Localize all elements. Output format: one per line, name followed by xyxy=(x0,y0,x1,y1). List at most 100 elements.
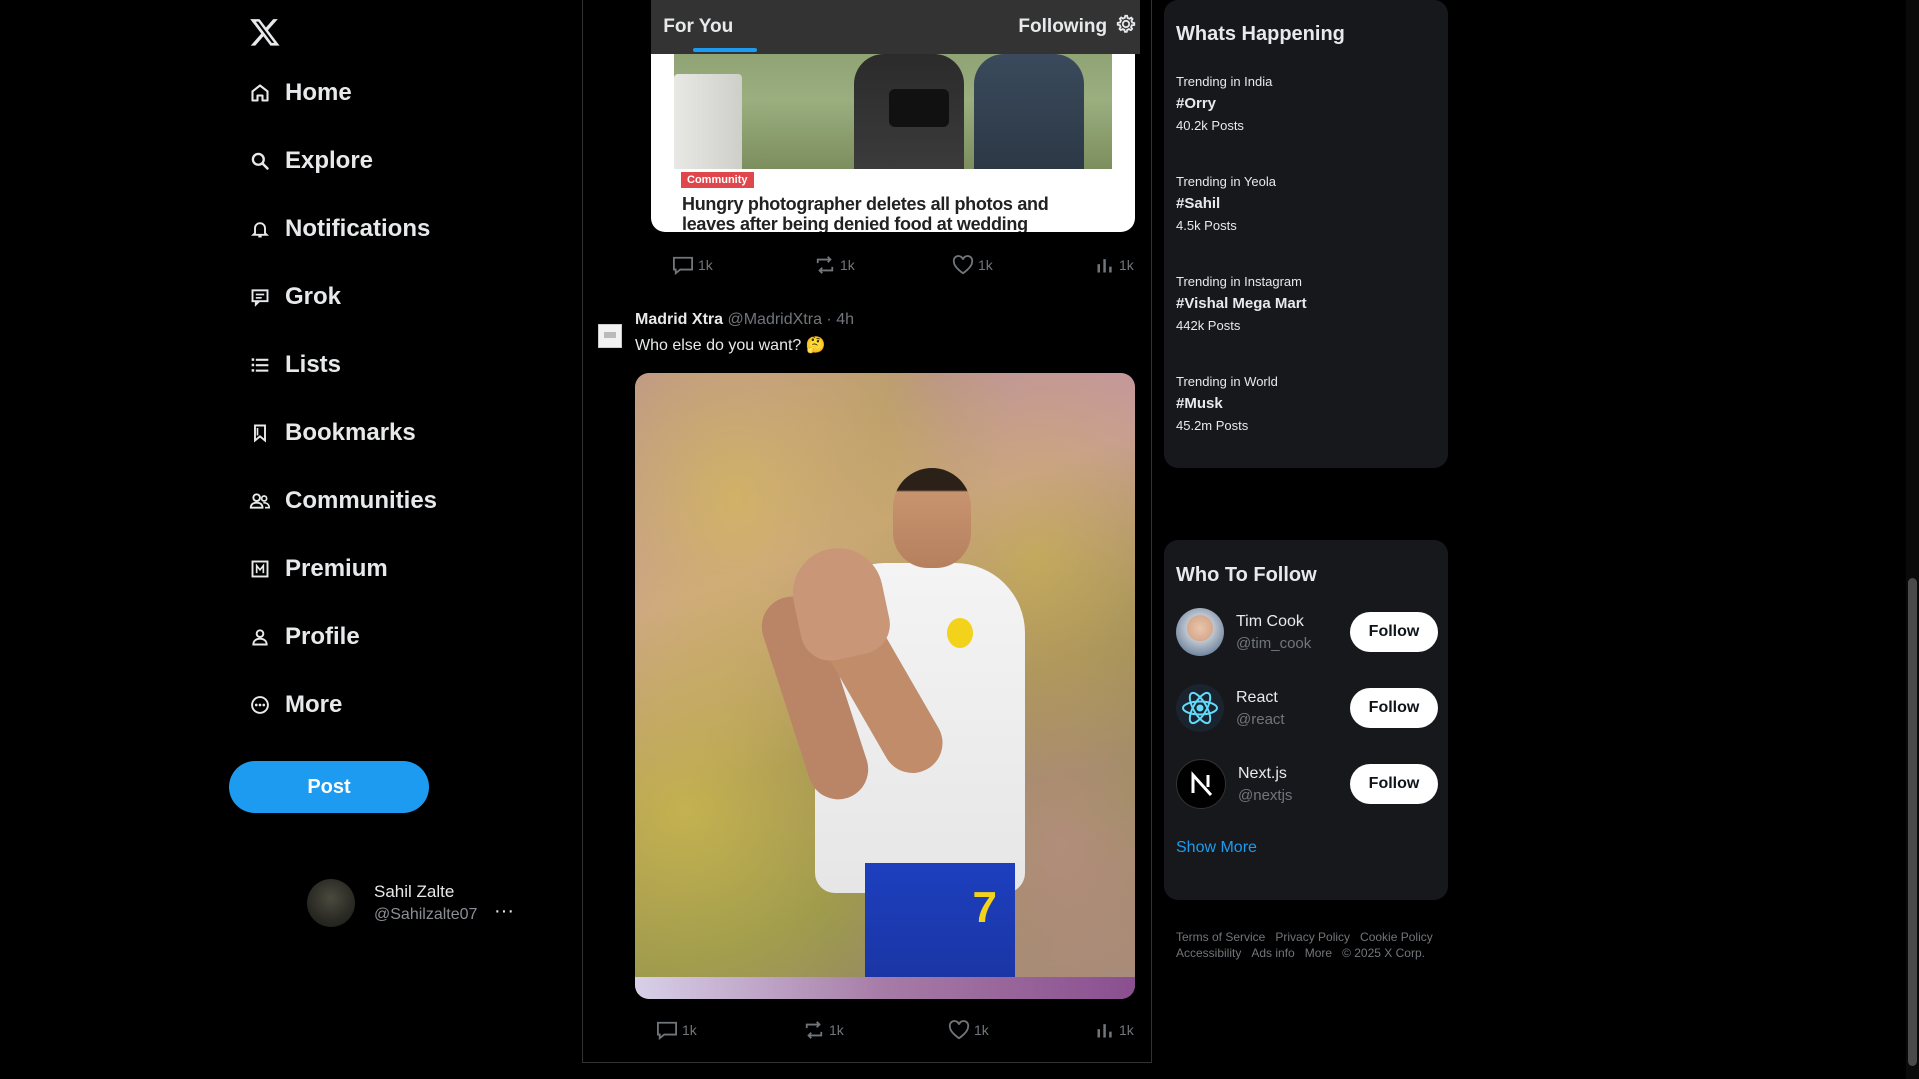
tab-for-you[interactable]: For You xyxy=(651,0,896,54)
trend-location: Trending in India xyxy=(1176,74,1273,89)
footer-link[interactable]: Privacy Policy xyxy=(1275,930,1350,944)
like-count: 1k xyxy=(978,257,993,273)
tweet-text: Who else do you want? 🤔 xyxy=(635,337,826,354)
repost-icon xyxy=(816,256,834,274)
views-icon xyxy=(1097,259,1112,273)
follow-button[interactable]: Follow xyxy=(1350,764,1438,804)
suggested-user-name: Tim Cook xyxy=(1236,612,1304,630)
avatar xyxy=(1176,608,1224,656)
trend-item[interactable]: Trending in Yeola #Sahil 4.5k Posts xyxy=(1176,174,1276,233)
suggested-user-handle: @tim_cook xyxy=(1236,634,1312,652)
trend-count: 442k Posts xyxy=(1176,318,1241,333)
suggested-user[interactable]: Tim Cook @tim_cook Follow xyxy=(1176,604,1438,660)
feed-divider-left xyxy=(582,0,583,1063)
follow-button[interactable]: Follow xyxy=(1350,612,1438,652)
tweet-avatar[interactable] xyxy=(598,324,622,348)
tweet-reply-button[interactable]: 1k xyxy=(656,1020,697,1040)
repost-button[interactable]: 1k xyxy=(814,255,855,275)
reply-icon xyxy=(657,1021,677,1040)
who-to-follow-panel: Who To Follow Tim Cook @tim_cook Follow … xyxy=(1164,540,1448,900)
nav-grok-label: Grok xyxy=(285,283,342,310)
account-menu-icon[interactable]: ··· xyxy=(494,900,514,923)
tweet-author[interactable]: Madrid Xtra xyxy=(635,311,723,328)
account-handle: @Sahilzalte07 xyxy=(374,906,478,923)
copyright: © 2025 X Corp. xyxy=(1342,946,1425,960)
reply-icon xyxy=(673,256,693,275)
tweet-like-button[interactable]: 1k xyxy=(948,1020,989,1040)
nav-grok[interactable]: Grok xyxy=(249,277,341,317)
tab-active-indicator xyxy=(693,48,757,52)
account-switcher[interactable]: Sahil Zalte @Sahilzalte07 xyxy=(307,879,477,927)
nav-home[interactable]: Home xyxy=(249,73,352,113)
nav-more[interactable]: More xyxy=(249,685,342,725)
trends-panel: Whats Happening Trending in India #Orry … xyxy=(1164,0,1448,468)
tweet-repost-button[interactable]: 1k xyxy=(803,1020,844,1040)
trend-item[interactable]: Trending in India #Orry 40.2k Posts xyxy=(1176,74,1272,133)
repost-icon xyxy=(805,1021,823,1039)
footer-link[interactable]: More xyxy=(1305,946,1332,960)
trend-location: Trending in Instagram xyxy=(1176,274,1302,289)
views-button[interactable]: 1k xyxy=(1095,255,1134,275)
bookmark-icon xyxy=(249,422,271,444)
more-circle-icon xyxy=(249,694,271,716)
nav-profile[interactable]: Profile xyxy=(249,617,360,657)
tweet-header: Madrid Xtra @MadridXtra · 4h xyxy=(635,311,854,329)
trends-title: Whats Happening xyxy=(1176,23,1345,45)
follow-button[interactable]: Follow xyxy=(1350,688,1438,728)
heart-icon xyxy=(948,1020,970,1040)
tweet-image[interactable]: 7 xyxy=(635,373,1135,999)
tweet-handle[interactable]: @MadridXtra xyxy=(727,311,822,328)
nav-bookmarks-label: Bookmarks xyxy=(285,419,416,446)
tab-following-label: Following xyxy=(1018,16,1108,37)
footer-link[interactable]: Accessibility xyxy=(1176,946,1241,960)
tweet-views-button[interactable]: 1k xyxy=(1095,1020,1134,1040)
views-icon xyxy=(1097,1024,1112,1038)
tweet-time[interactable]: 4h xyxy=(836,311,854,328)
search-icon xyxy=(249,150,271,172)
nav-notifications[interactable]: Notifications xyxy=(249,209,430,249)
x-logo-icon[interactable] xyxy=(249,16,281,48)
post-button[interactable]: Post xyxy=(229,761,429,813)
footer-link[interactable]: Cookie Policy xyxy=(1360,930,1433,944)
nav-notifications-label: Notifications xyxy=(285,215,431,242)
tweet-reply-count: 1k xyxy=(682,1022,697,1038)
trend-item[interactable]: Trending in World #Musk 45.2m Posts xyxy=(1176,374,1278,433)
footer-links: Terms of Service Privacy Policy Cookie Pol… xyxy=(1176,929,1456,961)
nav-communities[interactable]: Communities xyxy=(249,481,437,521)
trend-item[interactable]: Trending in Instagram #Vishal Mega Mart … xyxy=(1176,274,1307,333)
tweet-separator: · xyxy=(826,311,832,328)
show-more-link[interactable]: Show More xyxy=(1176,839,1257,857)
footer-link[interactable]: Terms of Service xyxy=(1176,930,1265,944)
reply-count: 1k xyxy=(698,257,713,273)
nextjs-logo-icon xyxy=(1176,759,1226,809)
feed-tabs: For You Following xyxy=(651,0,1140,54)
nav-bookmarks[interactable]: Bookmarks xyxy=(249,413,416,453)
trend-tag: #Orry xyxy=(1176,95,1217,112)
grok-icon xyxy=(249,286,271,308)
tab-following[interactable]: Following xyxy=(896,0,1141,54)
nav-premium[interactable]: Premium xyxy=(249,549,388,589)
nav-premium-label: Premium xyxy=(285,555,388,582)
suggested-user-handle: @react xyxy=(1236,710,1285,728)
suggested-user-name: React xyxy=(1236,688,1278,706)
article-card[interactable]: Community Hungry photographer deletes al… xyxy=(651,54,1135,232)
suggested-user-name: Next.js xyxy=(1238,764,1287,782)
suggested-user-handle: @nextjs xyxy=(1238,786,1293,804)
reply-button[interactable]: 1k xyxy=(672,255,713,275)
scrollbar-thumb[interactable] xyxy=(1908,578,1917,1066)
avatar xyxy=(307,879,355,927)
suggested-user[interactable]: Next.js @nextjs Follow xyxy=(1176,756,1438,812)
suggested-user[interactable]: React @react Follow xyxy=(1176,680,1438,736)
home-icon xyxy=(249,82,271,104)
nav-more-label: More xyxy=(285,691,343,718)
tweet-views-count: 1k xyxy=(1119,1022,1134,1038)
like-button[interactable]: 1k xyxy=(952,255,993,275)
nav-lists[interactable]: Lists xyxy=(249,345,341,385)
nav-communities-label: Communities xyxy=(285,487,438,514)
footer-link[interactable]: Ads info xyxy=(1251,946,1294,960)
nav-home-label: Home xyxy=(285,79,352,106)
trend-tag: #Musk xyxy=(1176,395,1223,412)
gear-icon[interactable] xyxy=(1115,13,1137,35)
who-to-follow-title: Who To Follow xyxy=(1176,564,1317,586)
nav-explore[interactable]: Explore xyxy=(249,141,373,181)
